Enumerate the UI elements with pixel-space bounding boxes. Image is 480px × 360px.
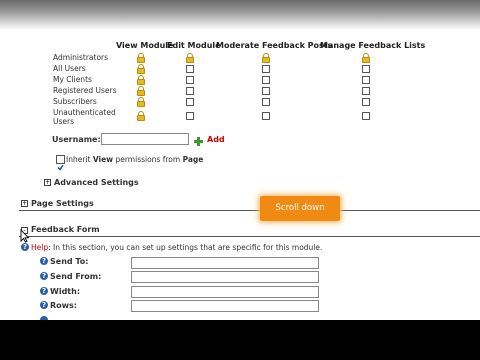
permission-checkbox[interactable] — [186, 87, 194, 95]
permission-checkbox[interactable] — [262, 65, 270, 73]
inherit-middle: permissions from — [113, 155, 183, 164]
lock-body — [137, 79, 145, 85]
column-header-moderate-feedback-posts: Moderate Feedback Posts — [216, 41, 333, 50]
username-input[interactable] — [101, 133, 189, 145]
permission-checkbox[interactable] — [262, 76, 270, 84]
lock-icon[interactable] — [137, 53, 145, 63]
row-label-registered-users: Registered Users — [53, 86, 117, 95]
lock-icon[interactable] — [362, 53, 370, 63]
inherit-bold-view: View — [92, 155, 114, 164]
column-header-view-module: View Module — [116, 41, 174, 50]
row-label-unauthenticated-users: Unauthenticated Users — [53, 108, 116, 126]
mouse-cursor-icon — [20, 228, 30, 243]
width-help-icon[interactable]: ? — [40, 287, 48, 295]
add-link[interactable]: Add — [207, 135, 225, 144]
permission-checkbox[interactable] — [362, 98, 370, 106]
lock-icon[interactable] — [262, 53, 270, 63]
permission-checkbox[interactable] — [362, 112, 370, 120]
lock-icon[interactable] — [186, 53, 194, 63]
permission-checkbox[interactable] — [362, 65, 370, 73]
permission-checkbox[interactable] — [262, 112, 270, 120]
permission-checkbox[interactable] — [262, 98, 270, 106]
lock-icon[interactable] — [137, 64, 145, 74]
inherit-checkbox[interactable] — [56, 155, 65, 171]
rows-input[interactable] — [131, 300, 319, 312]
column-header-manage-feedback-lists: Manage Feedback Lists — [320, 41, 426, 50]
row-label-all-users: All Users — [53, 64, 86, 73]
lock-icon[interactable] — [137, 86, 145, 96]
scroll-down-annotation: Scroll down — [260, 196, 340, 221]
checkmark-icon — [57, 164, 64, 171]
top-shadow — [0, 0, 480, 30]
lock-body — [137, 57, 145, 63]
lock-body — [186, 57, 194, 63]
row-label-my-clients: My Clients — [53, 75, 92, 84]
permission-checkbox[interactable] — [362, 87, 370, 95]
inherit-text: Inherit View permissions from Page — [66, 155, 203, 164]
lock-icon[interactable] — [137, 75, 145, 85]
help-icon[interactable]: ? — [21, 243, 29, 251]
row-label-subscribers: Subscribers — [53, 97, 97, 106]
lock-icon[interactable] — [137, 111, 145, 121]
username-label: Username: — [52, 135, 101, 144]
lock-icon[interactable] — [137, 97, 145, 107]
inherit-prefix: Inherit — [66, 155, 93, 164]
advanced-settings-label[interactable]: Advanced Settings — [54, 178, 139, 187]
lock-body — [137, 68, 145, 74]
send-from-input[interactable] — [131, 271, 319, 283]
lock-body — [362, 57, 370, 63]
width-input[interactable] — [131, 286, 319, 298]
row-label-administrators: Administrators — [53, 53, 109, 62]
inherit-bold-page: Page — [182, 155, 204, 164]
width-label: Width: — [50, 287, 81, 296]
feedback-form-divider — [19, 236, 480, 237]
permission-checkbox[interactable] — [186, 76, 194, 84]
add-plus-icon[interactable] — [194, 131, 203, 146]
permission-checkbox[interactable] — [186, 98, 194, 106]
send-from-help-icon[interactable]: ? — [40, 272, 48, 280]
next-field-help-icon — [40, 316, 48, 320]
rows-help-icon[interactable]: ? — [40, 301, 48, 309]
permission-checkbox[interactable] — [186, 65, 194, 73]
page-settings-label[interactable]: Page Settings — [31, 199, 94, 208]
help-text: : In this section, you can set up settin… — [48, 243, 323, 252]
lock-body — [137, 115, 145, 121]
send-to-input[interactable] — [131, 257, 319, 269]
column-header-edit-module: Edit Module — [167, 41, 221, 50]
permission-checkbox[interactable] — [262, 87, 270, 95]
send-to-help-icon[interactable]: ? — [40, 257, 48, 265]
lock-body — [137, 90, 145, 96]
permission-checkbox[interactable] — [362, 76, 370, 84]
help-line: Help: In this section, you can set up se… — [31, 243, 322, 252]
advanced-settings-expander-icon[interactable]: + — [44, 179, 51, 186]
rows-label: Rows: — [50, 301, 78, 310]
help-link[interactable]: Help — [31, 243, 48, 252]
browser-viewport: View Module Edit Module Moderate Feedbac… — [0, 0, 480, 320]
page-settings-expander-icon[interactable]: + — [21, 200, 28, 207]
permission-checkbox[interactable] — [186, 112, 194, 120]
page-settings-divider — [19, 210, 480, 211]
send-to-label: Send To: — [50, 257, 89, 266]
feedback-form-label[interactable]: Feedback Form — [31, 225, 100, 234]
send-from-label: Send From: — [50, 272, 102, 281]
lock-body — [262, 57, 270, 63]
lock-body — [137, 101, 145, 107]
